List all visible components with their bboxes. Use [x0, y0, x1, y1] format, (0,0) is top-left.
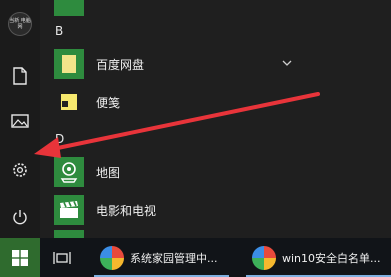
- start-menu-rail: 当新 电脑网: [0, 0, 40, 238]
- app-item-sticky-notes[interactable]: 便笺: [54, 84, 319, 120]
- document-icon: [13, 67, 27, 85]
- browser-icon: [252, 245, 276, 270]
- group-letter-d[interactable]: D: [55, 132, 64, 146]
- map-pin-icon: [60, 162, 78, 183]
- avatar-text: 当新 电脑网: [9, 18, 31, 30]
- windows-logo-icon: [12, 249, 28, 266]
- user-avatar[interactable]: 当新 电脑网: [8, 12, 32, 36]
- app-list: B 百度网盘 便笺 D 地图 电影和电视: [40, 0, 391, 238]
- taskbar: 系统家园管理中... win10安全白名单...: [0, 238, 391, 277]
- taskbar-app-system-home[interactable]: 系统家园管理中...: [94, 238, 229, 277]
- folder-icon: [62, 55, 76, 73]
- task-view-icon: [53, 252, 71, 264]
- task-view-button[interactable]: [48, 245, 76, 271]
- settings-button[interactable]: [0, 150, 40, 190]
- power-icon: [13, 210, 27, 225]
- app-label: 百度网盘: [96, 57, 145, 72]
- group-letter-b[interactable]: B: [55, 24, 63, 38]
- sticky-note-icon: [61, 94, 77, 110]
- baidu-netdisk-tile: [54, 49, 84, 79]
- app-label: 便笺: [96, 95, 121, 110]
- picture-icon: [11, 114, 29, 128]
- taskbar-app-label: win10安全白名单...: [282, 251, 381, 265]
- power-button[interactable]: [0, 197, 40, 237]
- app-item-maps[interactable]: 地图: [54, 154, 319, 190]
- start-button[interactable]: [0, 238, 40, 277]
- partial-tile[interactable]: [54, 230, 84, 238]
- movies-tv-tile: [54, 195, 84, 225]
- documents-button[interactable]: [0, 56, 40, 96]
- app-item-movies-tv[interactable]: 电影和电视: [54, 192, 319, 228]
- sticky-notes-tile: [54, 87, 84, 117]
- chevron-down-icon[interactable]: [280, 58, 294, 68]
- partial-tile[interactable]: [54, 0, 84, 16]
- taskbar-app-label: 系统家园管理中...: [130, 251, 218, 265]
- browser-icon: [100, 245, 124, 270]
- pictures-button[interactable]: [0, 101, 40, 141]
- gear-icon: [13, 163, 27, 177]
- app-label: 地图: [96, 165, 121, 180]
- clapperboard-icon: [60, 201, 78, 218]
- app-label: 电影和电视: [96, 203, 157, 218]
- taskbar-app-win10-whitelist[interactable]: win10安全白名单...: [246, 238, 391, 277]
- maps-tile: [54, 157, 84, 187]
